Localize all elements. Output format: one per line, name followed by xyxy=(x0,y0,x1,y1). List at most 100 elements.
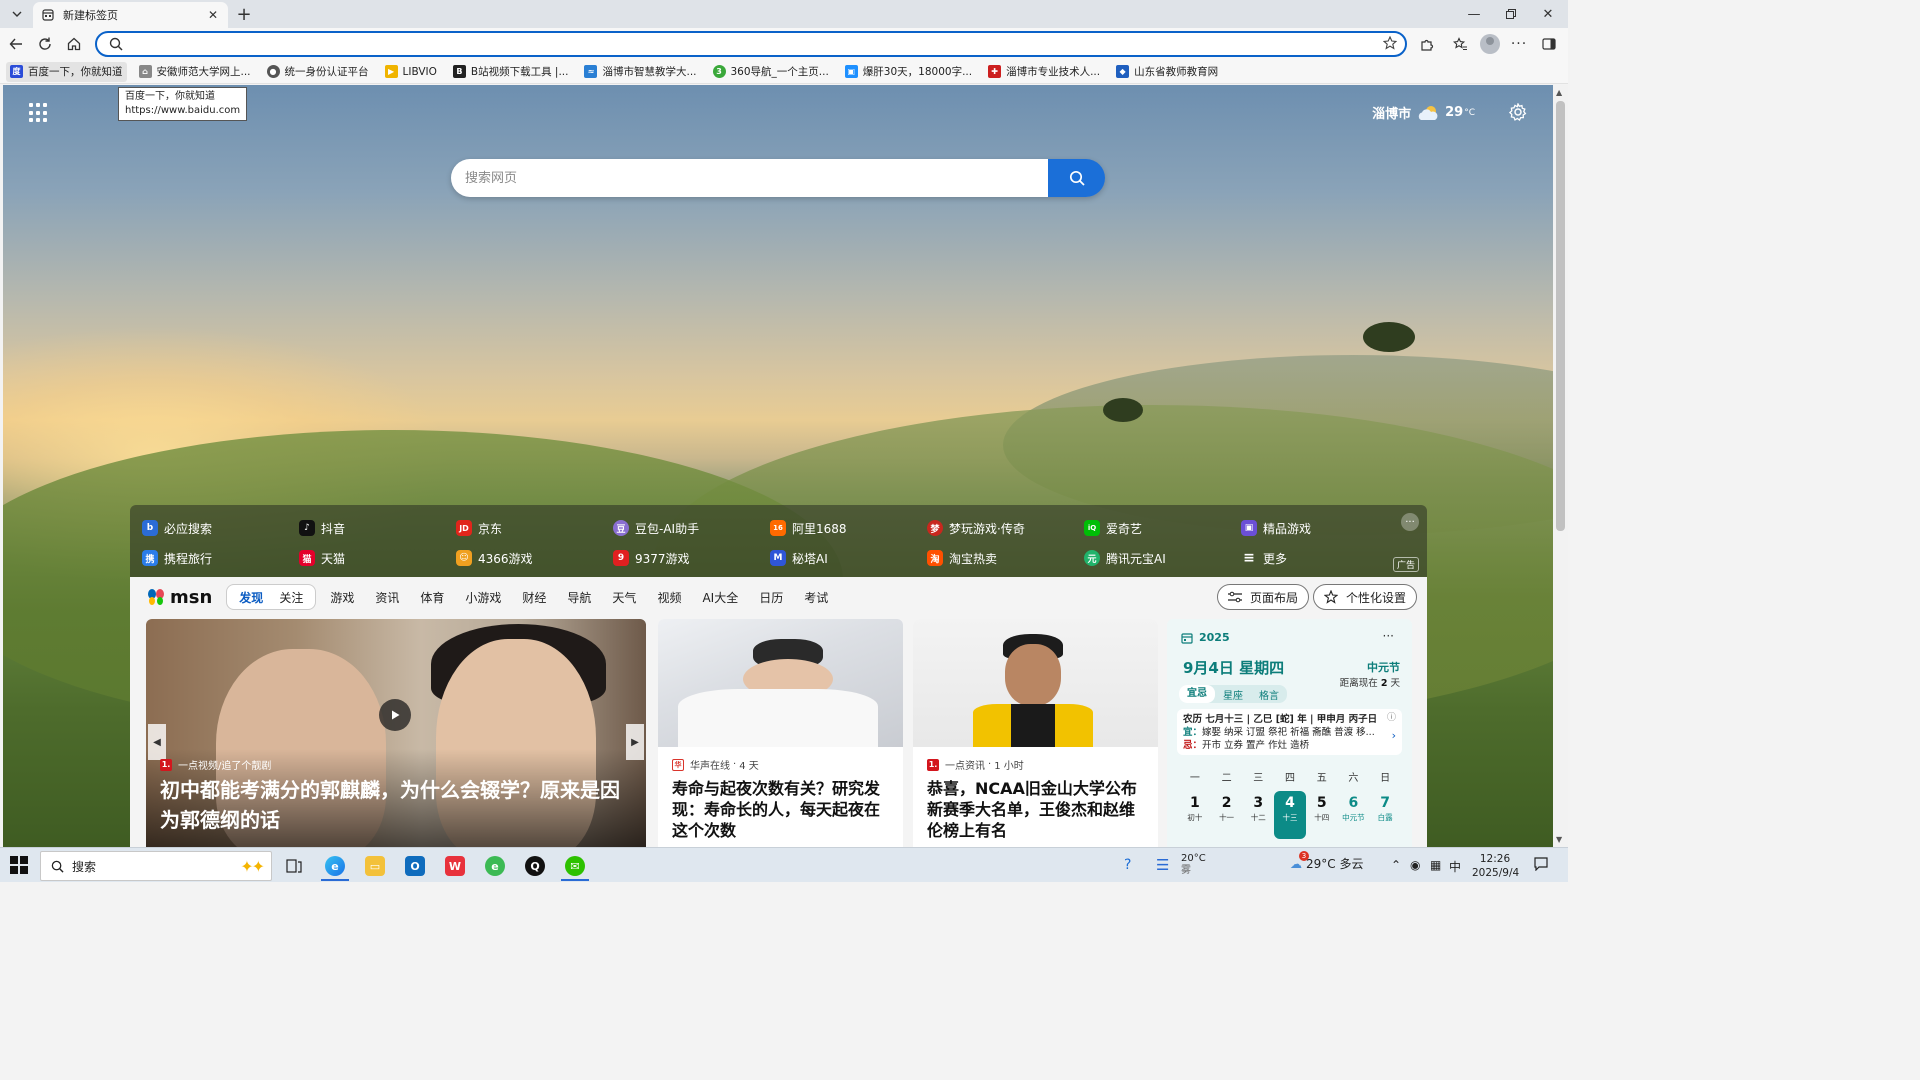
bookmark-zibo-smart-teaching[interactable]: ≈ 淄博市智慧教学大... xyxy=(580,62,700,82)
info-icon[interactable]: ⓘ xyxy=(1387,712,1396,725)
calendar-day-today[interactable]: 4 十三 xyxy=(1274,791,1306,839)
nav-mini-games[interactable]: 小游戏 xyxy=(465,589,501,606)
bookmark-bilibili-downloader[interactable]: B B站视频下载工具 |... xyxy=(449,62,573,82)
news-card[interactable]: 1. 一点资讯 · 1 小时 恭喜，NCAA旧金山大学公布新赛季大名单，王俊杰和… xyxy=(913,619,1158,847)
sidebar-toggle-button[interactable] xyxy=(1536,32,1562,56)
new-tab-button[interactable]: + xyxy=(234,4,254,25)
chevron-right-icon[interactable]: › xyxy=(1392,729,1396,742)
restore-button[interactable] xyxy=(1493,0,1529,28)
tray-weather-widget[interactable]: ☁ 3 29°C 多云 xyxy=(1290,851,1363,870)
home-button[interactable] xyxy=(61,32,87,56)
scrollbar-thumb[interactable] xyxy=(1556,101,1565,531)
profile-avatar[interactable] xyxy=(1480,34,1500,54)
taskbar-file-explorer[interactable]: ▭ xyxy=(357,851,393,881)
nav-calendar[interactable]: 日历 xyxy=(759,589,783,606)
ime-indicator[interactable]: 中 xyxy=(1449,858,1461,875)
minimize-button[interactable]: — xyxy=(1456,0,1492,28)
close-tab-icon[interactable]: ✕ xyxy=(206,8,220,22)
back-button[interactable] xyxy=(3,32,29,56)
msn-logo[interactable]: msn xyxy=(146,587,212,608)
quick-link-yuanbao[interactable]: 元腾讯元宝AI xyxy=(1084,543,1241,573)
nav-navigation[interactable]: 导航 xyxy=(567,589,591,606)
bookmark-sd-teacher-edu[interactable]: ◆ 山东省教师教育网 xyxy=(1112,62,1222,82)
taskbar-wps[interactable]: W xyxy=(437,851,473,881)
scroll-down-arrow-icon[interactable]: ▼ xyxy=(1556,835,1562,844)
web-search-button[interactable] xyxy=(1048,159,1105,197)
news-card[interactable]: 华 华声在线 · 4 天 寿命与起夜次数有关？研究发现：寿命长的人，每天起夜在这… xyxy=(658,619,903,847)
address-bar[interactable] xyxy=(95,31,1407,57)
page-scrollbar[interactable]: ▲ ▼ xyxy=(1553,85,1568,847)
bookmark-ahnu[interactable]: ⌂ 安徽师范大学网上... xyxy=(135,62,255,82)
quick-link-more[interactable]: ≡ 更多 xyxy=(1241,543,1398,573)
more-menu-button[interactable]: ··· xyxy=(1506,32,1532,56)
tab-horoscope[interactable]: 星座 xyxy=(1215,687,1251,702)
calendar-day[interactable]: 7 白露 xyxy=(1369,791,1401,839)
quick-link-douyin[interactable]: ♪ 抖音 xyxy=(299,513,456,543)
quick-link-1688[interactable]: 16 阿里1688 xyxy=(770,513,927,543)
bookmark-baidu[interactable]: 度百度一下，你就知道 xyxy=(6,61,127,82)
quick-link-games[interactable]: ▣ 精品游戏 xyxy=(1241,513,1398,543)
web-search-input[interactable] xyxy=(451,159,1048,197)
nav-finance[interactable]: 财经 xyxy=(522,589,546,606)
quick-link-iqiyi[interactable]: iQ 爱奇艺 xyxy=(1084,513,1241,543)
nav-news[interactable]: 资讯 xyxy=(375,589,399,606)
carousel-next-button[interactable]: ▶ xyxy=(626,724,644,760)
windows-start-button[interactable] xyxy=(10,856,28,874)
widgets-list-icon[interactable]: ☰ xyxy=(1156,856,1169,874)
network-icon[interactable]: ▦ xyxy=(1430,858,1441,872)
page-layout-button[interactable]: 页面布局 xyxy=(1217,584,1310,610)
calendar-day[interactable]: 5 十四 xyxy=(1306,791,1338,839)
close-window-button[interactable]: ✕ xyxy=(1530,0,1566,28)
personalize-button[interactable]: 个性化设置 xyxy=(1313,584,1418,610)
help-question-icon[interactable]: ? xyxy=(1124,857,1131,873)
quick-link-9377[interactable]: 9 9377游戏 xyxy=(613,543,770,573)
quick-links-options-button[interactable]: ··· xyxy=(1401,513,1419,531)
tab-new-tab[interactable]: 新建标签页 ✕ xyxy=(33,2,228,28)
refresh-button[interactable] xyxy=(32,32,58,56)
taskbar-edge[interactable]: e xyxy=(317,851,353,881)
tray-weather-small[interactable]: 20°C 雾 xyxy=(1181,853,1206,877)
nav-games[interactable]: 游戏 xyxy=(330,589,354,606)
favorite-star-icon[interactable] xyxy=(1382,35,1398,53)
extensions-button[interactable] xyxy=(1414,32,1440,56)
tab-discover[interactable]: 发现 xyxy=(231,589,271,606)
weather-widget[interactable]: 淄博市 29 °C xyxy=(1372,103,1475,122)
quick-link-metaso[interactable]: M 秘塔AI xyxy=(770,543,927,573)
calendar-day[interactable]: 6 中元节 xyxy=(1338,791,1370,839)
record-icon[interactable]: ◉ xyxy=(1410,858,1420,872)
quick-link-taobao[interactable]: 淘淘宝热卖 xyxy=(927,543,1084,573)
tab-actions-menu-button[interactable] xyxy=(6,4,28,24)
taskbar-search-box[interactable]: 搜索 ✦✦ xyxy=(40,851,272,881)
bookmark-zibo-professional[interactable]: ✚ 淄博市专业技术人... xyxy=(984,62,1104,82)
bookmark-bilibili-article[interactable]: ▣ 爆肝30天，18000字... xyxy=(841,62,976,82)
calendar-next-festival[interactable]: 中元节 xyxy=(1367,659,1400,675)
news-title[interactable]: 恭喜，NCAA旧金山大学公布新赛季大名单，王俊杰和赵维伦榜上有名 xyxy=(913,772,1158,841)
calendar-more-button[interactable]: ··· xyxy=(1383,629,1394,643)
favorites-button[interactable] xyxy=(1447,32,1473,56)
bookmark-libvio[interactable]: ▶ LIBVIO xyxy=(381,62,441,82)
quick-link-ctrip[interactable]: 携携程旅行 xyxy=(142,543,299,573)
tab-quotes[interactable]: 格言 xyxy=(1251,687,1287,702)
tray-clock[interactable]: 12:26 2025/9/4 xyxy=(1472,852,1519,880)
chevron-up-icon[interactable]: ⌃ xyxy=(1391,858,1401,872)
hero-headline[interactable]: 初中都能考满分的郭麒麟，为什么会辍学？原来是因为郭德纲的话 xyxy=(160,775,630,835)
nav-exams[interactable]: 考试 xyxy=(804,589,828,606)
notification-center-icon[interactable] xyxy=(1534,857,1548,874)
quick-link-doubao[interactable]: 豆豆包-AI助手 xyxy=(613,513,770,543)
quick-link-4366[interactable]: ☺ 4366游戏 xyxy=(456,543,613,573)
task-view-button[interactable] xyxy=(276,851,312,881)
play-video-button[interactable] xyxy=(379,699,411,731)
quick-link-tmall[interactable]: 猫天猫 xyxy=(299,543,456,573)
calendar-day[interactable]: 2 十一 xyxy=(1211,791,1243,839)
scroll-up-arrow-icon[interactable]: ▲ xyxy=(1556,88,1562,97)
hero-video-card[interactable]: ◀ ▶ 1. 一点视频/追了个靓剧 初中都能考满分的郭麒麟，为什么会辍学？原来是… xyxy=(146,619,646,847)
bookmark-identity-platform[interactable]: ● 统一身份认证平台 xyxy=(263,62,373,82)
taskbar-qq[interactable]: Q xyxy=(517,851,553,881)
taskbar-outlook[interactable]: O xyxy=(397,851,433,881)
carousel-prev-button[interactable]: ◀ xyxy=(148,724,166,760)
news-title[interactable]: 寿命与起夜次数有关？研究发现：寿命长的人，每天起夜在这个次数 xyxy=(658,772,903,841)
tab-follow[interactable]: 关注 xyxy=(271,589,311,606)
nav-video[interactable]: 视频 xyxy=(657,589,681,606)
page-settings-gear-icon[interactable] xyxy=(1508,102,1527,124)
calendar-day[interactable]: 1 初十 xyxy=(1179,791,1211,839)
